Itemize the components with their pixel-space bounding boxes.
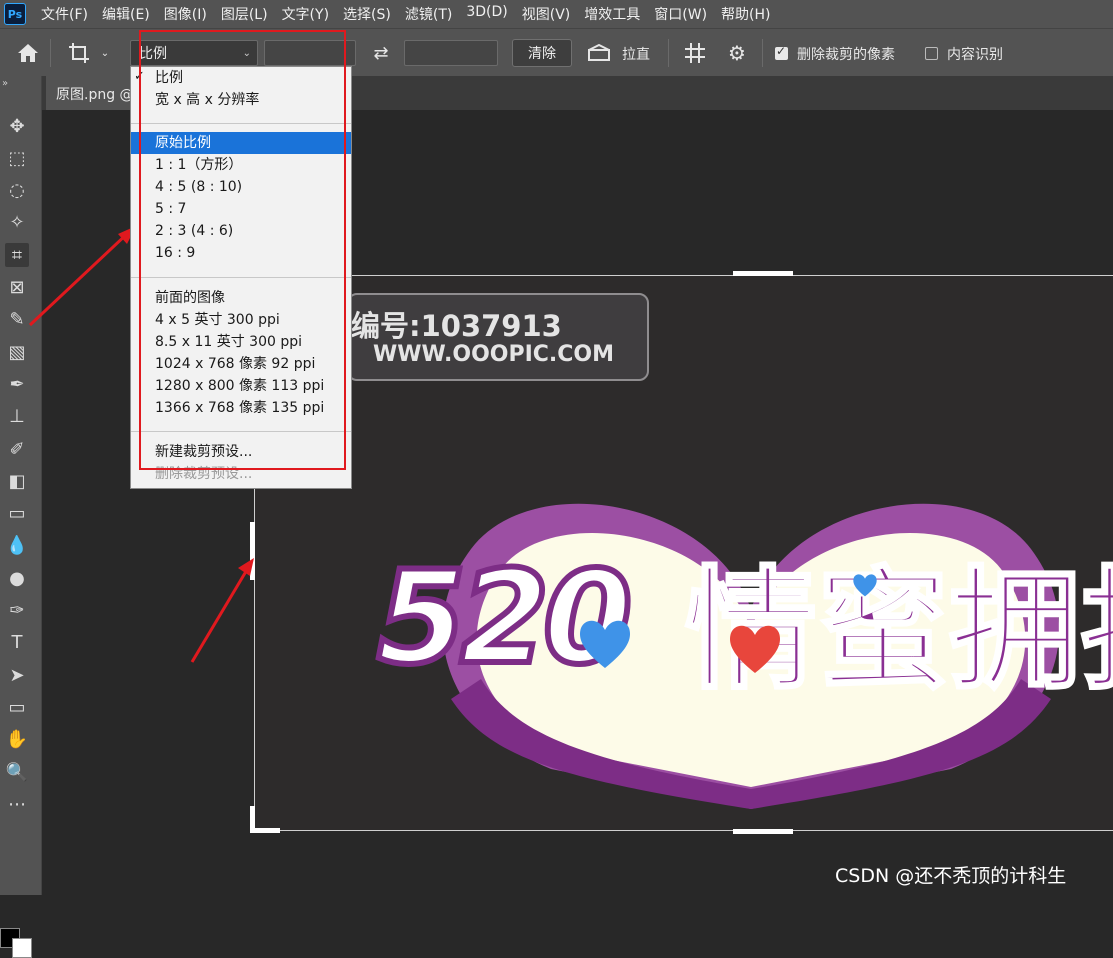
csdn-watermark: CSDN @还不秃顶的计科生 [835,865,1067,887]
annotation-highlight-box [139,30,346,470]
background-color-swatch[interactable] [12,938,32,958]
